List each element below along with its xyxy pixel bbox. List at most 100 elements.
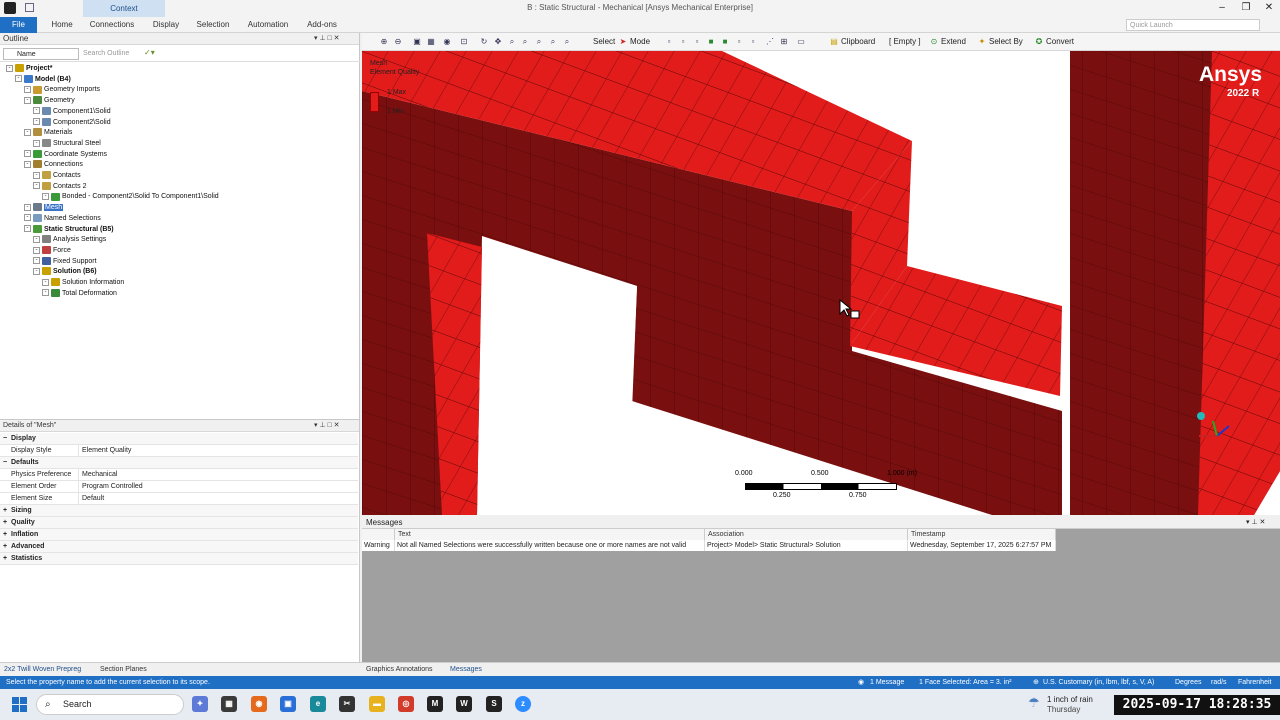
quick-launch-input[interactable]: Quick Launch: [1126, 19, 1260, 31]
tab-connections[interactable]: Connections: [86, 17, 138, 33]
tree-item[interactable]: - Bonded - Component2\Solid To Component1…: [42, 192, 219, 202]
app-icon[interactable]: ▣: [280, 696, 296, 712]
minimize-icon[interactable]: –: [1214, 2, 1230, 15]
status-messages[interactable]: 1 Message: [870, 676, 904, 689]
tree-expander-icon[interactable]: -: [33, 118, 40, 126]
tree-expander-icon[interactable]: -: [33, 182, 40, 190]
status-angle[interactable]: Degrees: [1175, 676, 1201, 689]
tree-expander-icon[interactable]: -: [33, 171, 40, 179]
element-face-select-icon[interactable]: ▫: [748, 37, 758, 47]
messages-column-association[interactable]: Association: [705, 529, 908, 540]
firefox-icon[interactable]: ◉: [251, 696, 267, 712]
mode-dropdown[interactable]: Mode: [630, 37, 650, 46]
tree-item[interactable]: - Connections: [24, 160, 83, 170]
select-by-button[interactable]: Select By: [989, 37, 1023, 46]
mesh-model[interactable]: [362, 51, 1280, 515]
name-filter-dropdown[interactable]: Name: [3, 48, 79, 60]
tree-expander-icon[interactable]: -: [33, 139, 40, 147]
zoom-all-icon[interactable]: ⌕: [562, 37, 572, 47]
details-group[interactable]: − Display: [0, 433, 358, 445]
tree-expander-icon[interactable]: -: [24, 160, 31, 168]
extend-select-icon[interactable]: ⊞: [779, 37, 789, 47]
node-select-icon[interactable]: ■: [720, 37, 730, 47]
tree-item[interactable]: - Model (B4): [15, 74, 71, 85]
group-expander-icon[interactable]: +: [3, 553, 7, 565]
details-group[interactable]: − Defaults: [0, 457, 358, 469]
file-explorer-icon[interactable]: ▬: [369, 696, 385, 712]
tree-item[interactable]: - Fixed Support: [33, 256, 97, 267]
group-expander-icon[interactable]: +: [3, 505, 7, 517]
tree-expander-icon[interactable]: -: [42, 193, 49, 201]
details-property[interactable]: Display Style Element Quality: [0, 445, 358, 457]
tree-expander-icon[interactable]: -: [42, 289, 49, 297]
tree-expander-icon[interactable]: -: [6, 64, 13, 72]
details-group[interactable]: + Quality: [0, 517, 358, 529]
zoom-fit-icon[interactable]: ⌕: [534, 37, 544, 47]
status-rate[interactable]: rad/s: [1211, 676, 1227, 689]
tab-home[interactable]: Home: [44, 17, 80, 33]
tree-item[interactable]: - Mesh: [24, 203, 64, 213]
tree-item[interactable]: - Geometry: [24, 96, 75, 106]
tree-expander-icon[interactable]: -: [24, 214, 31, 222]
tree-expander-icon[interactable]: -: [42, 278, 49, 286]
tree-item[interactable]: - Component2\Solid: [33, 117, 111, 128]
details-property[interactable]: Element Order Program Controlled: [0, 481, 358, 493]
tree-item[interactable]: - Coordinate Systems: [24, 149, 107, 160]
clipboard-icon[interactable]: ▤: [829, 37, 839, 47]
workbench-icon[interactable]: W: [456, 696, 472, 712]
search-outline-input[interactable]: Search Outline: [81, 48, 141, 60]
tree-expander-icon[interactable]: -: [33, 257, 40, 265]
zoom-in-icon[interactable]: ⊕: [379, 37, 389, 47]
restore-icon[interactable]: ❐: [1238, 2, 1254, 15]
message-type[interactable]: Warning: [362, 540, 395, 551]
view-icon[interactable]: ▣: [412, 37, 422, 47]
box-zoom-icon[interactable]: ⌕: [520, 37, 530, 47]
group-expander-icon[interactable]: −: [3, 433, 7, 445]
chrome-icon[interactable]: ◎: [398, 696, 414, 712]
tree-expander-icon[interactable]: -: [24, 128, 31, 136]
store-icon[interactable]: ▦: [221, 696, 237, 712]
tree-item[interactable]: - Analysis Settings: [33, 235, 106, 245]
tab-add-ons[interactable]: Add-ons: [302, 17, 342, 33]
tree-expander-icon[interactable]: -: [33, 246, 40, 254]
message-status-icon[interactable]: ◉: [858, 676, 864, 689]
face-select-icon[interactable]: ▫: [692, 37, 702, 47]
extend-button[interactable]: Extend: [941, 37, 966, 46]
details-group[interactable]: + Statistics: [0, 553, 358, 565]
tree-expander-icon[interactable]: -: [24, 225, 31, 233]
tab-file[interactable]: File: [0, 17, 37, 33]
group-expander-icon[interactable]: −: [3, 457, 7, 469]
message-association[interactable]: Project> Model> Static Structural> Solut…: [705, 540, 908, 551]
graphics-viewport[interactable]: Mesh Element Quality 1 Max 1 Min Ansys 2…: [362, 51, 1280, 515]
select-mode-icon[interactable]: ➤: [618, 37, 628, 47]
details-property-value[interactable]: Mechanical: [78, 469, 358, 481]
tree-expander-icon[interactable]: -: [24, 150, 31, 158]
filter-check-icon[interactable]: ✓▾: [144, 48, 155, 57]
details-property[interactable]: Physics Preference Mechanical: [0, 469, 358, 481]
details-group[interactable]: + Inflation: [0, 529, 358, 541]
message-timestamp[interactable]: Wednesday, September 17, 2025 6:27:57 PM: [908, 540, 1056, 551]
weather-rain-icon[interactable]: ☂: [1028, 695, 1040, 711]
tab-messages[interactable]: Messages: [450, 664, 482, 675]
status-units[interactable]: U.S. Customary (in, lbm, lbf, s, V, A): [1043, 676, 1154, 689]
messages-pin-icon[interactable]: ▾ ⊥ ✕: [1246, 517, 1265, 529]
section-icon[interactable]: ⊡: [459, 37, 469, 47]
tab-section-planes[interactable]: Section Planes: [100, 664, 147, 675]
weather-summary[interactable]: 1 inch of rain: [1047, 695, 1093, 704]
edge-icon[interactable]: e: [310, 696, 326, 712]
details-property-value[interactable]: Default: [78, 493, 358, 505]
group-expander-icon[interactable]: +: [3, 541, 7, 553]
element-select-icon[interactable]: ▫: [734, 37, 744, 47]
taskbar-search[interactable]: Search: [36, 694, 184, 715]
messages-column-timestamp[interactable]: Timestamp: [908, 529, 1056, 540]
convert-icon[interactable]: ✪: [1034, 37, 1044, 47]
close-icon[interactable]: ✕: [1261, 2, 1277, 15]
details-property[interactable]: Element Size Default: [0, 493, 358, 505]
tab-twill-woven-prepreg[interactable]: 2x2 Twill Woven Prepreg: [4, 664, 81, 675]
select-by-icon[interactable]: ✦: [977, 37, 987, 47]
select-button[interactable]: Select: [593, 37, 615, 46]
spaceclaim-icon[interactable]: S: [486, 696, 502, 712]
tab-selection[interactable]: Selection: [193, 17, 233, 33]
group-expander-icon[interactable]: +: [3, 517, 7, 529]
tree-item[interactable]: - Solution Information: [42, 278, 124, 288]
